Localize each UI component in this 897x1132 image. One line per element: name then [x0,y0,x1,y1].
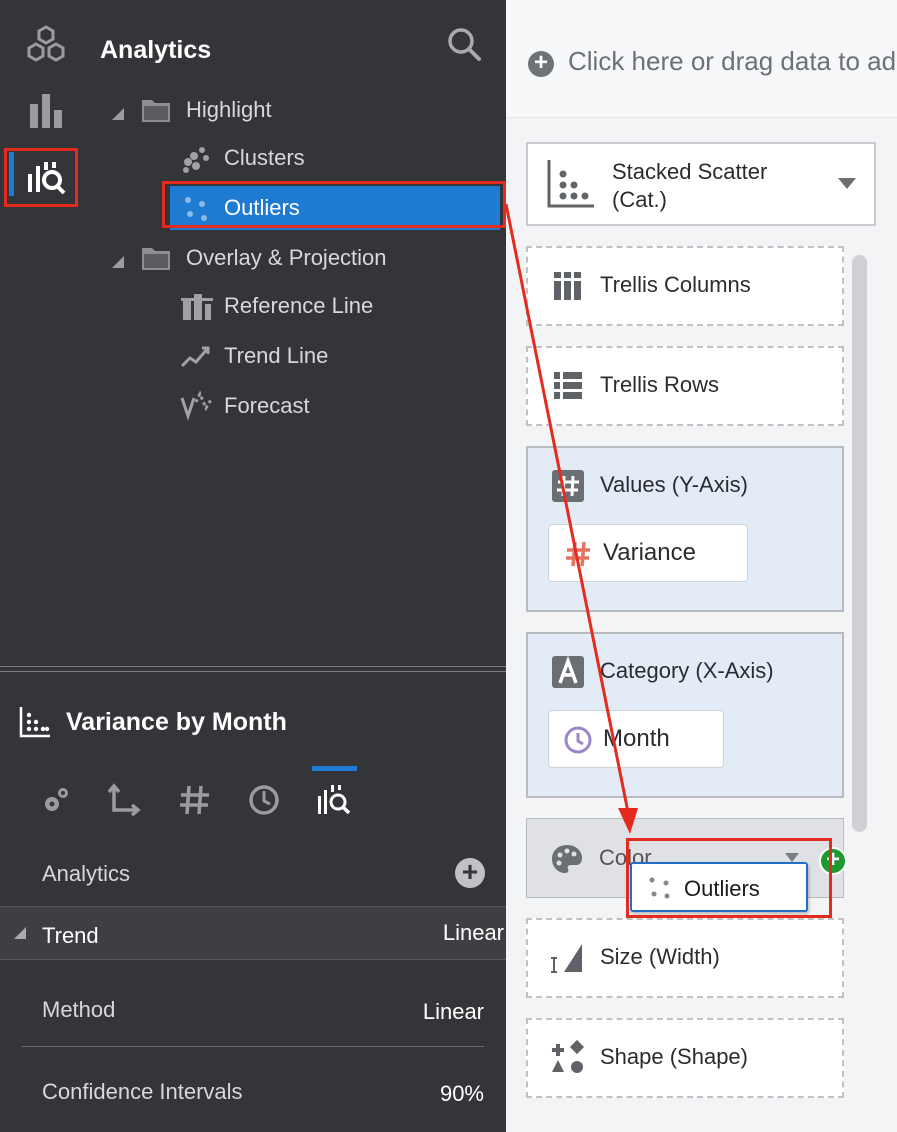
grammar-panel: + Click here or drag data to add Stacked… [506,0,897,1132]
values-y-axis-well[interactable]: Values (Y-Axis) Variance [526,446,844,612]
panel-splitter[interactable] [0,666,506,672]
tree-label: Highlight [186,97,272,122]
viz-title: Variance by Month [66,707,287,736]
tree-item-trend-line[interactable]: Trend Line [180,334,328,378]
property-divider [22,1046,484,1047]
palette-icon [549,841,585,877]
chart-type-label: Stacked Scatter (Cat.) [612,159,768,212]
add-icon: + [528,51,554,77]
trend-label: Trend [42,923,99,948]
trend-row[interactable]: Trend Linear [0,906,506,960]
trellis-rows-well[interactable]: Trellis Rows [526,346,844,426]
shape-icon [550,1039,586,1076]
trellis-columns-icon [550,268,586,304]
pill-label: Variance [603,539,696,566]
tree-label: Trend Line [224,343,329,368]
tree-label: Reference Line [224,293,374,318]
analytics-sidebar: Analytics Highlight Clusters Outliers Ov… [0,0,506,1132]
tree-label: Forecast [224,393,310,418]
visualizations-icon[interactable] [24,90,68,134]
folder-icon [140,244,172,272]
collapse-triangle-icon[interactable] [110,102,126,120]
reference-line-icon [180,290,214,322]
viz-title-row: Variance by Month [18,700,287,744]
collapse-triangle-icon[interactable] [12,925,28,941]
variance-pill[interactable]: Variance [548,524,748,582]
scatter-chart-icon [18,705,52,739]
date-time-icon[interactable] [246,782,282,818]
size-width-well[interactable]: Size (Width) [526,918,844,998]
tree-label: Clusters [224,145,305,170]
outliers-highlight-box [162,181,506,228]
general-settings-icon[interactable] [38,782,74,818]
tree-item-reference-line[interactable]: Reference Line [180,284,373,328]
tree-label: Overlay & Projection [186,245,387,270]
stacked-scatter-icon [546,158,596,210]
tree-folder-overlay-projection[interactable]: Overlay & Projection [110,236,387,280]
pill-label: Month [603,725,670,752]
collapse-triangle-icon[interactable] [110,250,126,268]
well-label: Trellis Rows [600,372,719,397]
month-pill[interactable]: Month [548,710,724,768]
scrollbar-thumb[interactable] [852,255,867,832]
tree-folder-highlight[interactable]: Highlight [110,88,272,132]
shape-well[interactable]: Shape (Shape) [526,1018,844,1098]
category-x-axis-well[interactable]: Category (X-Axis) Month [526,632,844,798]
attribute-type-icon [550,654,586,690]
add-data-drop-zone[interactable]: + Click here or drag data to add [506,0,897,118]
axis-icon[interactable] [106,782,142,818]
trellis-rows-icon [550,368,586,404]
trend-value: Linear [442,920,504,945]
confidence-label: Confidence Intervals [42,1079,243,1104]
well-label: Category (X-Axis) [600,658,774,683]
tree-item-clusters[interactable]: Clusters [180,136,305,180]
analytics-section-label: Analytics [42,861,131,886]
tab-active-indicator [312,766,357,771]
confidence-value[interactable]: 90% [440,1081,484,1107]
analytics-tab-highlight-box [4,148,78,207]
analytics-tab-icon[interactable] [316,782,352,818]
measure-icon [563,539,593,569]
well-label: Trellis Columns [600,272,751,297]
method-value[interactable]: Linear [423,999,484,1025]
well-label: Values (Y-Axis) [600,472,748,497]
well-label: Shape (Shape) [600,1044,748,1069]
clusters-icon [180,142,214,174]
tree-item-forecast[interactable]: Forecast [180,384,310,428]
clock-icon [563,725,593,755]
trend-line-icon [180,340,214,372]
chart-type-select[interactable]: Stacked Scatter (Cat.) [526,142,876,226]
panel-title: Analytics [100,36,212,64]
number-type-icon [550,468,586,504]
number-format-icon[interactable] [177,782,213,818]
add-analytics-button[interactable]: + [455,858,485,888]
well-label: Size (Width) [600,944,720,969]
drop-prompt: Click here or drag data to add [568,46,897,76]
search-icon[interactable] [446,26,482,62]
forecast-icon [180,390,214,422]
method-label: Method [42,997,116,1022]
trellis-columns-well[interactable]: Trellis Columns [526,246,844,326]
color-drop-highlight-box [626,838,832,918]
folder-icon [140,96,172,124]
chevron-down-icon[interactable] [838,178,856,189]
size-icon [550,940,586,976]
data-elements-icon[interactable] [24,22,68,66]
